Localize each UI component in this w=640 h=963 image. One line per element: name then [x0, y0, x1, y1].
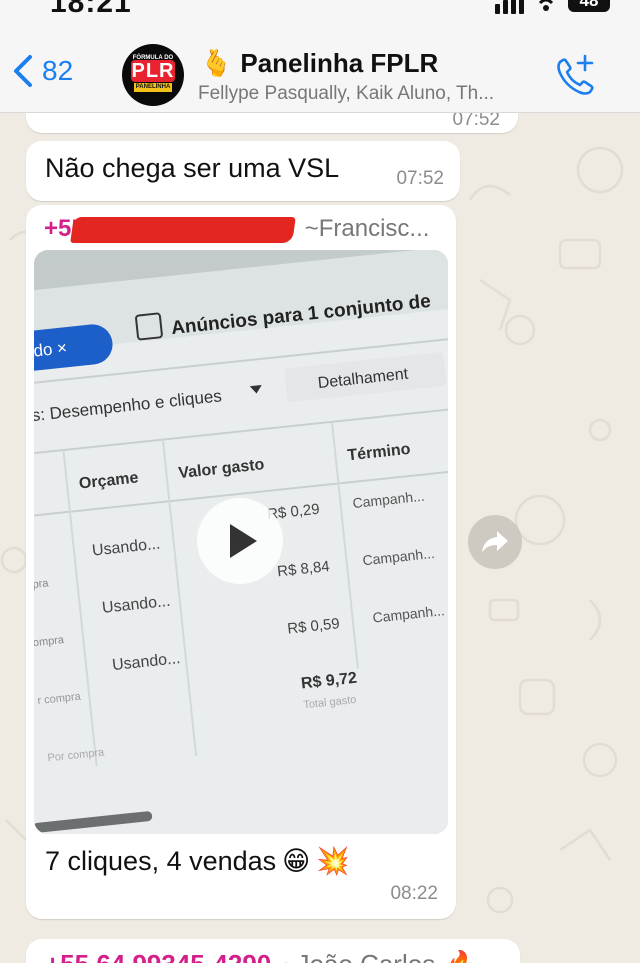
battery-indicator: 48: [568, 0, 610, 12]
message-time: 08:22: [390, 883, 438, 904]
avatar-ribbon-text: PANELINHA: [134, 83, 172, 92]
status-time: 18:21: [50, 0, 132, 19]
sender-name: ~Francisc...: [304, 215, 430, 242]
title-emoji: 🫰: [200, 48, 233, 78]
message-bubble-video[interactable]: +55 ~Francisc... cionado × Anúncios para…: [26, 205, 456, 919]
play-button[interactable]: [197, 498, 283, 584]
group-title-row[interactable]: 🫰 Panelinha FPLR: [200, 48, 438, 79]
group-title: Panelinha FPLR: [240, 48, 439, 78]
sender-phone[interactable]: +55: [44, 215, 296, 243]
status-icons: 48: [495, 0, 610, 14]
sender-phone[interactable]: +55 64 99345-4290: [45, 949, 271, 963]
chat-area[interactable]: 07:52 Não chega ser uma VSL 07:52 +55 ~F…: [0, 113, 640, 963]
signal-icon: [495, 0, 524, 14]
sender-name: ~João Carlos: [281, 949, 435, 963]
wifi-icon: [538, 0, 554, 11]
collision-emoji: 💥: [316, 846, 350, 876]
caption-text: 7 cliques, 4 vendas: [45, 845, 277, 876]
message-bubble-next[interactable]: +55 64 99345-4290 ~João Carlos 🔥: [26, 939, 520, 963]
forward-button[interactable]: [468, 515, 522, 569]
status-bar: 18:21 48: [0, 0, 640, 22]
redaction-mark: [70, 217, 296, 243]
back-chevron-icon: [14, 55, 32, 87]
back-button[interactable]: 82: [12, 54, 73, 88]
sender-row[interactable]: +55 ~Francisc...: [44, 215, 429, 243]
chat-header: 82 FÓRMULA DO PLR PANELINHA 🫰 Panelinha …: [0, 22, 640, 113]
add-call-icon: [557, 54, 594, 95]
grin-emoji: 😁: [282, 845, 311, 876]
message-text: Não chega ser uma VSL: [45, 153, 340, 183]
sender-row[interactable]: +55 64 99345-4290 ~João Carlos 🔥: [45, 949, 478, 963]
message-bubble-previous[interactable]: 07:52: [26, 113, 518, 133]
avatar-logo-text: PLR: [131, 60, 175, 82]
unread-count: 82: [42, 55, 74, 86]
fire-emoji: 🔥: [445, 949, 477, 963]
forward-icon: [482, 531, 508, 553]
video-caption: 7 cliques, 4 vendas 😁 💥: [45, 845, 350, 877]
group-avatar[interactable]: FÓRMULA DO PLR PANELINHA: [122, 44, 184, 106]
message-time: 07:52: [396, 168, 444, 189]
add-call-button[interactable]: [552, 52, 598, 103]
message-bubble-vsl[interactable]: Não chega ser uma VSL 07:52: [26, 141, 460, 201]
group-members[interactable]: Fellype Pasqually, Kaik Aluno, Th...: [198, 83, 538, 105]
message-time: 07:52: [452, 113, 500, 130]
video-thumbnail[interactable]: cionado × Anúncios para 1 conjunto de lu…: [34, 250, 448, 834]
play-icon: [230, 524, 257, 558]
